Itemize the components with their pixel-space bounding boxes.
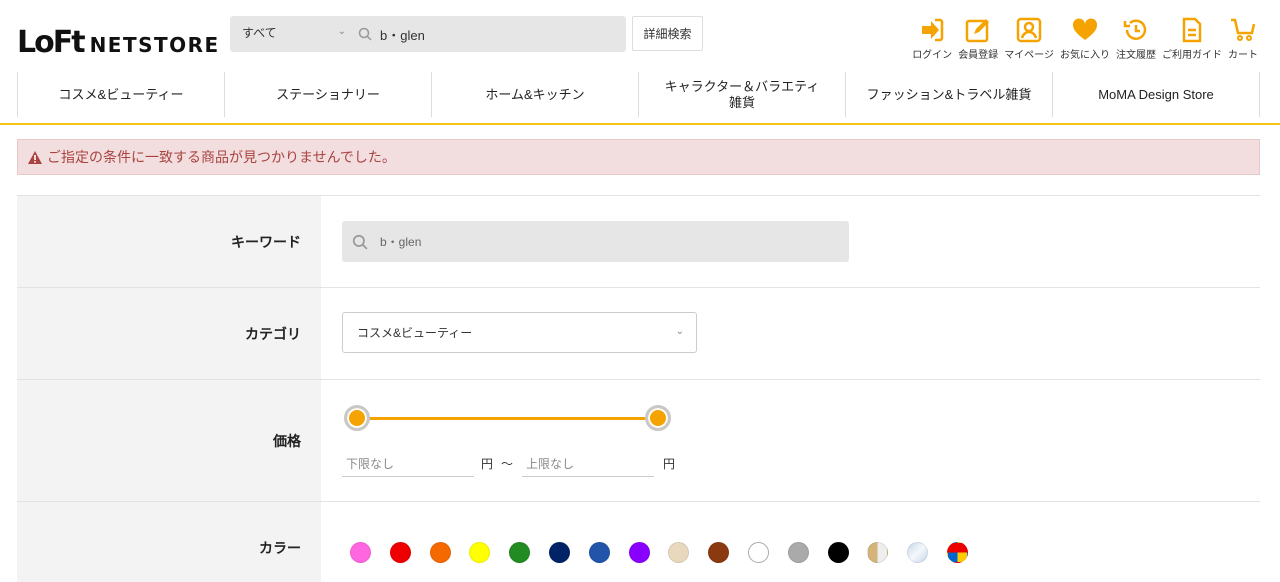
color-swatch-gray[interactable]	[787, 542, 809, 563]
header-link-favorites[interactable]: お気に入り	[1060, 16, 1110, 61]
color-swatch-gold[interactable]	[867, 542, 889, 563]
heart-icon	[1072, 18, 1098, 40]
color-swatch-orange[interactable]	[429, 542, 451, 563]
header-link-label: 会員登録	[958, 50, 999, 61]
price-separator: ～	[501, 457, 514, 471]
color-swatch-green[interactable]	[509, 542, 531, 563]
search-category-value: すべて	[242, 26, 277, 40]
color-swatch-blue[interactable]	[588, 542, 610, 563]
category-row: カテゴリ コスメ&ビューティー ⌄	[17, 287, 1260, 379]
color-swatch-black[interactable]	[827, 542, 849, 563]
price-max-input[interactable]: 上限なし	[522, 449, 654, 477]
login-icon	[922, 18, 944, 42]
header-link-cart[interactable]: カート	[1228, 16, 1258, 61]
price-max-unit: 円	[663, 457, 676, 471]
price-label: 価格	[17, 380, 321, 501]
color-swatch-silver[interactable]	[907, 542, 929, 563]
category-value: コスメ&ビューティー	[357, 326, 473, 340]
search-bar: すべて ⌄ b・glen	[230, 16, 626, 52]
header-link-guide[interactable]: ご利用ガイド	[1162, 16, 1222, 61]
header-link-label: カート	[1228, 50, 1258, 61]
header-link-label: 注文履歴	[1116, 50, 1156, 61]
keyword-value: b・glen	[380, 235, 422, 249]
header-links: ログイン 会員登録 マイページ お気に入り 注文履歴 ご利用ガイド カート	[906, 16, 1258, 61]
warning-icon	[28, 150, 42, 164]
chevron-down-icon: ⌄	[675, 326, 684, 337]
keyword-row: キーワード b・glen	[17, 195, 1260, 287]
keyword-label: キーワード	[17, 196, 321, 287]
logo-text: NETSTORE	[89, 33, 220, 57]
search-icon	[352, 27, 378, 41]
nav-divider	[0, 123, 1280, 125]
color-swatch-navy[interactable]	[548, 542, 570, 563]
nav-item-character-variety[interactable]: キャラクター＆バラエティ雑貨	[638, 72, 845, 117]
header-link-mypage[interactable]: マイページ	[1004, 16, 1054, 61]
search-category-select[interactable]: すべて ⌄	[230, 16, 352, 52]
no-results-alert: ご指定の条件に一致する商品が見つかりませんでした。	[17, 139, 1260, 175]
site-logo[interactable]: LoFt NETSTORE	[17, 20, 220, 60]
color-swatch-white[interactable]	[747, 542, 769, 563]
nav-item-moma[interactable]: MoMA Design Store	[1052, 72, 1260, 117]
color-swatch-pink[interactable]	[350, 542, 371, 563]
header-link-label: マイページ	[1004, 50, 1054, 61]
category-select[interactable]: コスメ&ビューティー ⌄	[342, 312, 697, 353]
detail-search-button[interactable]: 詳細検索	[632, 16, 703, 51]
nav-item-cosme[interactable]: コスメ&ビューティー	[17, 72, 224, 117]
nav-item-home-kitchen[interactable]: ホーム&キッチン	[431, 72, 638, 117]
color-swatch-purple[interactable]	[628, 542, 650, 563]
color-swatch-brown[interactable]	[708, 542, 730, 563]
price-row: 価格 下限なし 円 ～ 上限なし 円	[17, 379, 1260, 501]
nav-item-fashion-travel[interactable]: ファッション&トラベル雑貨	[845, 72, 1052, 117]
register-icon	[965, 19, 990, 43]
color-swatch-multi[interactable]	[946, 542, 968, 563]
price-slider-track[interactable]	[357, 417, 659, 420]
price-slider-min-handle[interactable]	[344, 405, 370, 431]
guide-icon	[1182, 17, 1202, 43]
chevron-down-icon: ⌄	[337, 26, 346, 37]
cart-icon	[1231, 18, 1256, 41]
header-link-history[interactable]: 注文履歴	[1116, 16, 1156, 61]
category-label: カテゴリ	[17, 288, 321, 379]
nav-item-stationery[interactable]: ステーショナリー	[224, 72, 431, 117]
color-swatch-beige[interactable]	[668, 542, 690, 563]
site-header: LoFt NETSTORE すべて ⌄ b・glen 詳細検索 ログイン 会員登…	[0, 0, 1280, 72]
category-nav: コスメ&ビューティー ステーショナリー ホーム&キッチン キャラクター＆バラエテ…	[17, 72, 1260, 117]
color-row: カラー	[17, 501, 1260, 582]
header-link-label: お気に入り	[1060, 50, 1110, 61]
header-link-login[interactable]: ログイン	[912, 16, 952, 61]
detail-search-form: キーワード b・glen カテゴリ コスメ&ビューティー ⌄ 価格 下限なし 円…	[17, 195, 1260, 582]
color-label: カラー	[17, 502, 321, 582]
price-min-input[interactable]: 下限なし	[342, 449, 474, 477]
price-slider-max-handle[interactable]	[645, 405, 671, 431]
search-icon	[352, 234, 368, 249]
alert-message: ご指定の条件に一致する商品が見つかりませんでした。	[47, 149, 396, 165]
color-swatches	[350, 542, 987, 563]
logo-mark: LoFt	[17, 25, 86, 60]
header-link-register[interactable]: 会員登録	[958, 16, 998, 61]
keyword-input[interactable]: b・glen	[342, 221, 849, 262]
price-min-unit: 円	[481, 457, 494, 471]
header-link-label: ログイン	[912, 50, 953, 61]
mypage-icon	[1016, 17, 1042, 43]
color-swatch-yellow[interactable]	[469, 542, 491, 563]
color-swatch-red[interactable]	[389, 542, 411, 563]
header-link-label: ご利用ガイド	[1162, 50, 1222, 61]
search-input[interactable]: b・glen	[380, 25, 425, 44]
history-icon	[1123, 19, 1147, 40]
